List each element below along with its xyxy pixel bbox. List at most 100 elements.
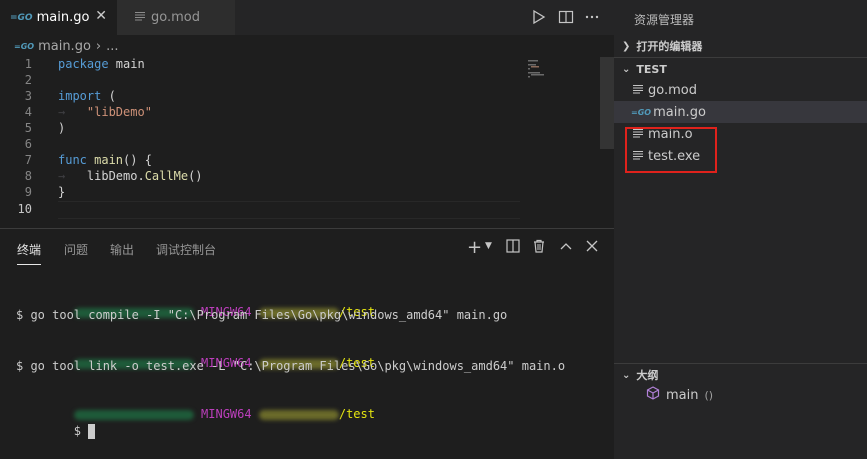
file-main-go[interactable]: =GO main.go (614, 101, 867, 123)
terminal-command: $ go tool link -o test.exe -L "C:\Progra… (16, 359, 566, 373)
explorer-sidebar: 资源管理器 ❯ 打开的编辑器 ⌄ TEST go.mod =GO main.go… (614, 0, 867, 459)
active-tab-indicator (17, 264, 41, 265)
code-line: 4 → "libDemo" (0, 105, 600, 121)
go-file-icon: =GO (10, 12, 33, 23)
section-label: 大纲 (636, 369, 659, 382)
line-number: 9 (24, 185, 32, 199)
close-panel-icon[interactable] (585, 239, 599, 257)
code-line: 5 ) (0, 121, 600, 137)
tab-terminal[interactable]: 终端 (17, 241, 41, 258)
lines-file-icon (633, 83, 643, 98)
line-number: 3 (24, 89, 32, 103)
line-number: 10 (17, 202, 32, 216)
line-number: 2 (24, 73, 32, 87)
trash-icon[interactable] (532, 239, 546, 257)
mingw-label: MINGW64 (201, 407, 252, 421)
go-file-icon: =GO (14, 41, 35, 51)
outline-item-main[interactable]: main () (646, 386, 713, 404)
redacted-path (258, 409, 339, 420)
file-name: go.mod (648, 82, 697, 98)
tab-label: main.go (36, 10, 90, 25)
code-line: 8 → libDemo.CallMe() (0, 169, 600, 185)
tab-output[interactable]: 输出 (110, 241, 134, 258)
editor-area: =GO main.go ✕ go.mod =GO main.go › ... 1 (0, 0, 614, 459)
code-line: 6 (0, 137, 600, 153)
split-editor-icon[interactable] (558, 9, 574, 25)
maximize-panel-icon[interactable] (559, 239, 573, 257)
terminal-prompt-line: MINGW64 /test (16, 291, 375, 319)
editor-tab-bar: =GO main.go ✕ go.mod (0, 0, 614, 35)
breadcrumb: =GO main.go › ... (0, 35, 614, 57)
keyword: package (58, 57, 109, 71)
tab-label: go.mod (151, 10, 200, 25)
code-line: 9 } (0, 185, 600, 201)
chevron-down-icon: ⌄ (622, 63, 631, 75)
code-line: 1 package main (0, 57, 600, 73)
sidebar-title: 资源管理器 (634, 13, 695, 27)
editor-scrollbar[interactable] (600, 57, 614, 149)
highlight-box (625, 127, 717, 173)
import-string: "libDemo" (86, 105, 152, 119)
brace: } (58, 185, 66, 199)
keyword: import (58, 89, 102, 103)
symbol-method-icon (646, 386, 660, 404)
outline-label: main (666, 387, 699, 403)
terminal-command: $ go tool compile -I "C:\Program Files\G… (16, 308, 508, 322)
path-suffix: /test (338, 407, 375, 421)
section-label: TEST (636, 62, 667, 76)
section-folder-test[interactable]: ⌄ TEST (614, 58, 867, 80)
line-number: 5 (24, 121, 32, 135)
run-icon[interactable] (531, 9, 547, 25)
outline-suffix: () (704, 388, 714, 402)
lines-file-icon (135, 10, 145, 25)
tab-main-go[interactable]: =GO main.go ✕ (0, 0, 117, 35)
breadcrumb-file[interactable]: main.go (38, 39, 91, 54)
call-parens: () (188, 169, 203, 183)
code-line: 3 import ( (0, 89, 600, 105)
chevron-down-icon: ⌄ (622, 369, 631, 381)
terminal-prompt-line: MINGW64 /test (16, 393, 375, 421)
package-name: main (108, 57, 145, 71)
section-outline[interactable]: ⌄ 大纲 (614, 364, 867, 386)
go-file-icon: =GO (631, 107, 652, 117)
breadcrumb-rest[interactable]: ... (106, 39, 118, 54)
tab-debug-console[interactable]: 调试控制台 (156, 241, 216, 258)
chevron-down-icon[interactable]: ▼ (485, 241, 492, 251)
keyword: func (58, 153, 87, 167)
file-go-mod[interactable]: go.mod (614, 79, 867, 101)
chevron-right-icon: › (95, 38, 102, 54)
code-line: 7 func main() { (0, 153, 600, 169)
terminal-prompt-line: MINGW64 /test (16, 342, 375, 370)
tab-go-mod[interactable]: go.mod (117, 0, 235, 35)
paren: ( (101, 89, 116, 103)
more-actions-icon[interactable] (584, 9, 600, 25)
close-icon[interactable]: ✕ (95, 8, 107, 24)
line-number: 8 (24, 169, 32, 183)
terminal-input-line: $ (16, 410, 96, 439)
chevron-right-icon: ❯ (622, 40, 631, 52)
code-line: 10 (0, 202, 600, 218)
code-line: 2 (0, 73, 600, 89)
line-number: 1 (24, 57, 32, 71)
add-terminal-icon[interactable]: + (467, 237, 482, 258)
bottom-panel: 终端 问题 输出 调试控制台 + ▼ MINGW64 /test $ go to… (0, 228, 614, 459)
function-name: main (86, 153, 124, 167)
line-number: 7 (24, 153, 32, 167)
file-name: main.go (653, 104, 706, 120)
terminal-cursor (88, 424, 96, 439)
paren: ) (58, 121, 66, 135)
line-number: 6 (24, 137, 32, 151)
section-label: 打开的编辑器 (636, 40, 703, 53)
code-editor[interactable]: 1 package main 2 3 import ( 4 → "libDemo… (0, 57, 600, 227)
func-signature: () { (123, 153, 152, 167)
line-number: 4 (24, 105, 32, 119)
split-terminal-icon[interactable] (506, 239, 520, 257)
function-call: CallMe (144, 169, 189, 183)
package-ref: libDemo. (86, 169, 145, 183)
minimap[interactable] (528, 60, 568, 80)
indent-guide: → (58, 105, 87, 119)
indent-guide: → (58, 169, 87, 183)
section-open-editors[interactable]: ❯ 打开的编辑器 (614, 35, 867, 57)
prompt-symbol: $ (73, 424, 89, 438)
tab-problems[interactable]: 问题 (64, 241, 88, 258)
